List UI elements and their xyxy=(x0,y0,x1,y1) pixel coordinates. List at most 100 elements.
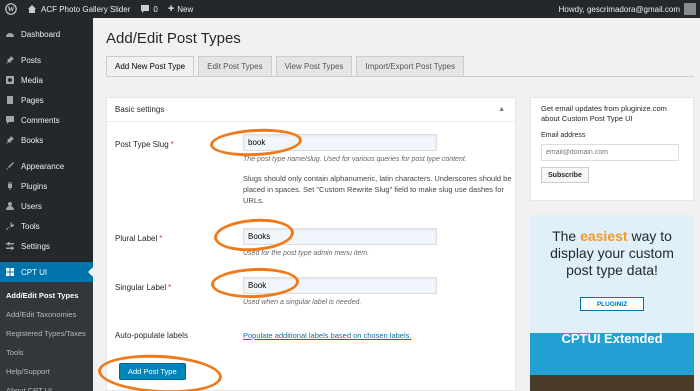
sidebar-item-label: Posts xyxy=(21,55,42,65)
site-name-link[interactable]: ACF Photo Gallery Slider xyxy=(22,0,135,18)
sidebar-item-label: Tools xyxy=(21,221,40,231)
new-label: New xyxy=(177,4,194,14)
page-title: Add/Edit Post Types xyxy=(106,30,241,47)
pluginize-logo: PLUGINIZ xyxy=(580,297,644,311)
plural-label: Plural Label * xyxy=(115,234,162,243)
settings-icon xyxy=(5,241,15,251)
my-account-link[interactable]: Howdy, gescrimadora@gmail.com xyxy=(559,3,700,15)
cpt-ui-submenu: Add/Edit Post Types Add/Edit Taxonomies … xyxy=(0,282,93,391)
tabs-divider xyxy=(106,76,694,77)
wrench-icon xyxy=(5,221,15,231)
pin-icon xyxy=(5,55,15,65)
avatar xyxy=(684,3,696,15)
sidebar-item-label: Plugins xyxy=(21,181,48,191)
tab-edit-post-types[interactable]: Edit Post Types xyxy=(198,56,272,76)
submenu-item-tools[interactable]: Tools xyxy=(0,343,93,362)
sidebar-item-label: Dashboard xyxy=(21,29,61,39)
slug-label: Post Type Slug * xyxy=(115,140,174,149)
ad-line-2: display your custom xyxy=(550,245,674,261)
sidebar-item-pages[interactable]: Pages xyxy=(0,90,93,110)
sidebar-item-settings[interactable]: Settings xyxy=(0,236,93,256)
ad-line-1-prefix: The xyxy=(552,228,577,244)
plural-description: Used for the post type admin menu item. xyxy=(243,250,370,257)
sidebar-item-label: CPT UI xyxy=(21,267,48,277)
ad-cta-text: CPTUI Extended xyxy=(561,331,663,346)
svg-text:W: W xyxy=(8,6,15,14)
tab-add-new-post-type[interactable]: Add New Post Type xyxy=(106,56,195,76)
sidebar-item-label: Media xyxy=(21,75,43,85)
comment-icon xyxy=(5,115,15,125)
singular-label: Singular Label * xyxy=(115,283,171,292)
slug-description: The post type name/slug. Used for variou… xyxy=(243,156,467,163)
user-icon xyxy=(5,201,15,211)
sidebar-item-plugins[interactable]: Plugins xyxy=(0,176,93,196)
singular-description: Used when a singular label is needed. xyxy=(243,299,362,306)
ad-line-1: The easiest way to xyxy=(530,228,694,245)
email-field[interactable] xyxy=(541,144,679,161)
ad-photo-strip xyxy=(530,375,694,391)
sidebar-item-appearance[interactable]: Appearance xyxy=(0,156,93,176)
autopopulate-label: Auto-populate labels xyxy=(115,331,188,340)
required-mark: * xyxy=(159,234,163,243)
sidebar-item-label: Pages xyxy=(21,95,44,105)
collapse-arrow-icon[interactable]: ▲ xyxy=(498,106,505,113)
slug-label-text: Post Type Slug xyxy=(115,140,169,149)
panel-title: Basic settings xyxy=(115,105,165,114)
plug-icon xyxy=(5,181,15,191)
ad-accent-word: easiest xyxy=(580,228,628,244)
comment-bubble-icon xyxy=(140,4,150,14)
basic-settings-panel: Basic settings ▲ Post Type Slug * book Th… xyxy=(106,97,516,391)
new-content-link[interactable]: + New xyxy=(163,0,198,18)
ad-line-3: post type data! xyxy=(566,262,658,278)
tab-view-post-types[interactable]: View Post Types xyxy=(275,56,353,76)
required-mark: * xyxy=(170,140,174,149)
panel-header[interactable]: Basic settings ▲ xyxy=(107,98,515,122)
ad-headline: The easiest way to display your custom p… xyxy=(530,228,694,279)
submenu-item-registered-types[interactable]: Registered Types/Taxes xyxy=(0,324,93,343)
tab-import-export[interactable]: Import/Export Post Types xyxy=(356,56,465,76)
populate-labels-link[interactable]: Populate additional labels based on chos… xyxy=(243,331,411,340)
sidebar-item-books[interactable]: Books xyxy=(0,130,93,150)
ad-line-1-suffix: way to xyxy=(631,228,672,244)
submenu-item-add-edit-post-types[interactable]: Add/Edit Post Types xyxy=(0,286,93,305)
sidebar-item-users[interactable]: Users xyxy=(0,196,93,216)
site-name: ACF Photo Gallery Slider xyxy=(41,4,131,14)
sidebar-item-cpt-ui[interactable]: CPT UI xyxy=(0,262,93,282)
admin-bar: W ACF Photo Gallery Slider 0 + New Howdy… xyxy=(0,0,700,18)
grid-icon xyxy=(5,267,15,277)
required-mark: * xyxy=(168,283,172,292)
sidebar-item-label: Users xyxy=(21,201,42,211)
sidebar-item-comments[interactable]: Comments xyxy=(0,110,93,130)
email-label: Email address xyxy=(541,132,586,139)
sidebar-item-tools[interactable]: Tools xyxy=(0,216,93,236)
admin-side-menu: Dashboard Posts Media Pages Comments Boo… xyxy=(0,18,93,391)
newsletter-title: Get email updates from pluginize.com abo… xyxy=(541,104,667,123)
nav-tabs: Add New Post Type Edit Post Types View P… xyxy=(106,56,468,76)
comments-link[interactable]: 0 xyxy=(135,0,162,18)
dashboard-icon xyxy=(5,29,15,39)
sidebar-item-posts[interactable]: Posts xyxy=(0,50,93,70)
sidebar-item-media[interactable]: Media xyxy=(0,70,93,90)
pin-icon xyxy=(5,135,15,145)
wordpress-logo-icon[interactable]: W xyxy=(0,0,22,18)
plus-icon: + xyxy=(167,3,175,15)
newsletter-box: Get email updates from pluginize.com abo… xyxy=(530,97,694,201)
brush-icon xyxy=(5,161,15,171)
home-icon xyxy=(27,4,37,14)
cptui-extended-ad[interactable]: The easiest way to display your custom p… xyxy=(530,215,694,391)
comments-count: 0 xyxy=(153,4,158,14)
media-icon xyxy=(5,75,15,85)
sidebar-item-label: Comments xyxy=(21,115,60,125)
sidebar-item-label: Appearance xyxy=(21,161,65,171)
submenu-item-add-edit-taxonomies[interactable]: Add/Edit Taxonomies xyxy=(0,305,93,324)
sidebar-item-label: Books xyxy=(21,135,44,145)
sidebar-item-dashboard[interactable]: Dashboard xyxy=(0,24,93,44)
plural-label-text: Plural Label xyxy=(115,234,158,243)
submenu-item-help-support[interactable]: Help/Support xyxy=(0,362,93,381)
subscribe-button[interactable]: Subscribe xyxy=(541,167,589,183)
singular-label-text: Singular Label xyxy=(115,283,167,292)
submenu-item-about[interactable]: About CPT UI xyxy=(0,381,93,391)
slug-note: Slugs should only contain alphanumeric, … xyxy=(243,174,512,205)
page-icon xyxy=(5,95,15,105)
howdy-text: Howdy, gescrimadora@gmail.com xyxy=(558,4,680,14)
